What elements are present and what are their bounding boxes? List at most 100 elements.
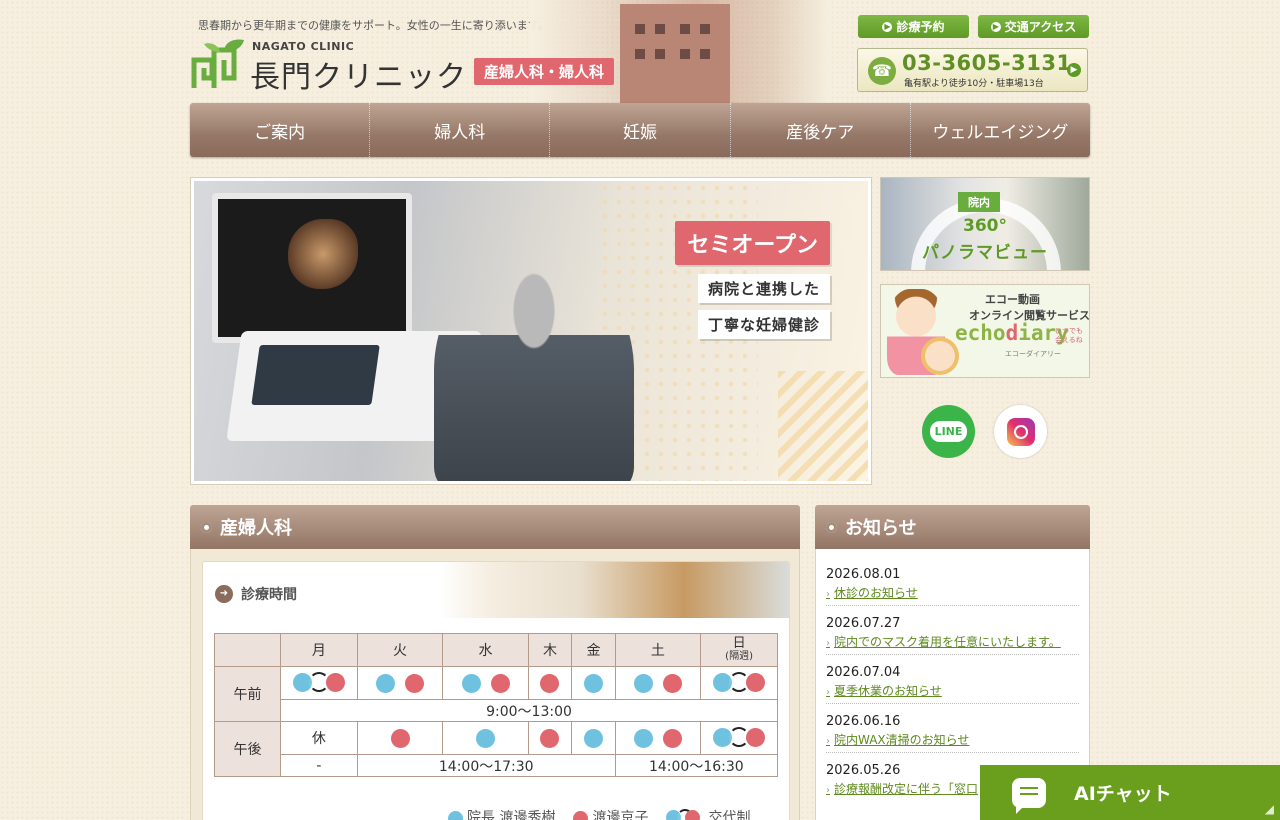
instagram-icon[interactable] <box>994 405 1047 458</box>
pm-time: - <box>280 754 358 777</box>
hero-line-1: 病院と連携した <box>697 274 830 303</box>
main-nav: ご案内 婦人科 妊娠 産後ケア ウェルエイジング <box>190 103 1090 157</box>
nav-item-gynecology[interactable]: 婦人科 <box>370 103 551 157</box>
doctor-image <box>434 251 634 481</box>
news-item: 2026.08.01 休診のお知らせ <box>826 557 1079 606</box>
hero-tag: セミオープン <box>675 221 830 265</box>
echodiary-banner[interactable]: エコー動画 オンライン閲覧サービス echodiary いつでも 会えるね エコー… <box>880 284 1090 378</box>
nav-item-pregnancy[interactable]: 妊娠 <box>550 103 731 157</box>
schedule-cell <box>571 666 616 700</box>
schedule-cell <box>700 721 778 755</box>
news-link[interactable]: 休診のお知らせ <box>826 584 1079 601</box>
phone-icon: ☎ <box>868 57 896 85</box>
schedule-cell <box>442 666 529 700</box>
pano-badge: 院内 <box>958 192 1000 212</box>
schedule-cell <box>614 666 702 700</box>
news-date: 2026.07.04 <box>826 665 901 680</box>
schedule-legend: 院長 渡邊秀樹 渡邊京子 交代制 <box>448 807 750 820</box>
arrow-right-icon: ▶ <box>882 21 893 32</box>
hero-banner[interactable]: セミオープン 病院と連携した 丁寧な妊婦健診 <box>190 177 872 485</box>
news-link[interactable]: 院内WAX清掃のお知らせ <box>826 731 1079 748</box>
pano-degrees: 360° <box>963 216 1007 236</box>
arrow-right-icon: ▶ <box>1067 63 1081 77</box>
day-header: 水 <box>442 633 529 667</box>
nav-item-guide[interactable]: ご案内 <box>190 103 371 157</box>
clinic-building-photo <box>530 0 830 103</box>
panorama-banner[interactable]: 院内 360° パノラマビュー <box>880 177 1090 271</box>
logo-japanese: 長門クリニック <box>250 60 467 95</box>
obstetrics-heading: 産婦人科 <box>190 505 800 549</box>
hours-card: ➜ 診療時間 月 火 水 木 金 土 日 (隔週) 午前 9:00〜13:00 … <box>202 561 790 820</box>
hours-title: ➜ 診療時間 <box>215 584 297 604</box>
header-tagline: 思春期から更年期までの健康をサポート。女性の一生に寄り添います。 <box>198 19 549 32</box>
day-header-sunday: 日 (隔週) <box>700 633 778 667</box>
phone-number: 03-3605-3131 <box>902 51 1072 75</box>
page-wrapper: 思春期から更年期までの健康をサポート。女性の一生に寄り添います。 NAGATO … <box>190 0 1090 820</box>
ai-chat-label: AIチャット <box>1074 783 1172 805</box>
nav-item-wellaging[interactable]: ウェルエイジング <box>911 103 1090 157</box>
news-link[interactable]: 院内でのマスク着用を任意にいたします。 <box>826 633 1079 650</box>
logo-mark-icon <box>191 39 244 88</box>
hours-table: 月 火 水 木 金 土 日 (隔週) 午前 9:00〜13:00 午後 休 - … <box>214 633 779 777</box>
schedule-cell <box>571 721 616 755</box>
schedule-cell <box>527 666 573 700</box>
am-time: 9:00〜13:00 <box>280 699 778 722</box>
department-badge: 産婦人科・婦人科 <box>474 58 615 85</box>
news-item: 2026.07.04 夏季休業のお知らせ <box>826 655 1079 704</box>
reservation-button[interactable]: ▶ 診療予約 <box>858 15 969 38</box>
legend-item: 院長 渡邊秀樹 <box>448 807 555 820</box>
pm-time: 14:00〜16:30 <box>614 754 779 777</box>
news-link[interactable]: 夏季休業のお知らせ <box>826 682 1079 699</box>
table-corner <box>214 633 281 667</box>
day-header: 月 <box>280 633 358 667</box>
chat-bubble-icon <box>1012 777 1046 814</box>
line-icon[interactable]: LINE <box>922 405 975 458</box>
news-date: 2026.06.16 <box>826 714 901 729</box>
obstetrics-body: ➜ 診療時間 月 火 水 木 金 土 日 (隔週) 午前 9:00〜13:00 … <box>190 549 800 820</box>
reservation-label: 診療予約 <box>896 20 945 34</box>
phone-banner[interactable]: ☎ 03-3605-3131 亀有駅より徒歩10分・駐車場13台 ▶ <box>857 48 1088 92</box>
nav-item-postpartum[interactable]: 産後ケア <box>731 103 911 157</box>
reception-photo <box>439 562 789 618</box>
schedule-cell <box>700 666 778 700</box>
baby-illustration <box>921 337 959 375</box>
day-header: 木 <box>527 633 573 667</box>
am-label: 午前 <box>214 666 281 722</box>
arrow-right-icon: ▶ <box>990 21 1001 32</box>
news-item: 2026.07.27 院内でのマスク着用を任意にいたします。 <box>826 606 1079 655</box>
news-date: 2026.07.27 <box>826 616 901 631</box>
access-button[interactable]: ▶ 交通アクセス <box>978 15 1089 38</box>
line-label: LINE <box>929 421 968 442</box>
day-header: 土 <box>614 633 702 667</box>
ai-chat-button[interactable]: AIチャット ◢ <box>980 765 1280 820</box>
resize-corner-icon: ◢ <box>1264 802 1274 816</box>
day-header: 火 <box>356 633 444 667</box>
schedule-cell <box>280 666 358 700</box>
news-heading: お知らせ <box>815 505 1090 549</box>
schedule-cell-closed: 休 <box>280 721 358 755</box>
ultrasound-monitor-image <box>212 193 412 343</box>
news-item: 2026.06.16 院内WAX清掃のお知らせ <box>826 704 1079 753</box>
legend-item: 交代制 <box>666 807 750 820</box>
echo-line-1: エコー動画 <box>985 293 1040 306</box>
echo-subtitle: エコーダイアリー <box>1005 350 1061 358</box>
clinic-logo[interactable]: NAGATO CLINIC 長門クリニック <box>190 36 480 95</box>
phone-subtext: 亀有駅より徒歩10分・駐車場13台 <box>904 79 1044 89</box>
echo-tagline: いつでも 会えるね <box>1055 327 1083 344</box>
decor-stripes <box>778 371 868 481</box>
echodiary-logo: echodiary <box>955 321 1069 345</box>
access-label: 交通アクセス <box>1004 20 1077 34</box>
schedule-cell <box>527 721 573 755</box>
pm-label: 午後 <box>214 721 281 777</box>
news-date: 2026.08.01 <box>826 567 901 582</box>
legend-item: 渡邊京子 <box>573 807 648 820</box>
arrow-right-icon: ➜ <box>215 585 233 603</box>
schedule-cell <box>442 721 529 755</box>
pano-title: パノラマビュー <box>922 243 1048 263</box>
schedule-cell <box>356 666 444 700</box>
pm-time: 14:00〜17:30 <box>356 754 616 777</box>
schedule-cell <box>356 721 444 755</box>
hero-line-2: 丁寧な妊婦健診 <box>697 310 830 339</box>
schedule-cell <box>614 721 702 755</box>
day-header: 金 <box>571 633 616 667</box>
